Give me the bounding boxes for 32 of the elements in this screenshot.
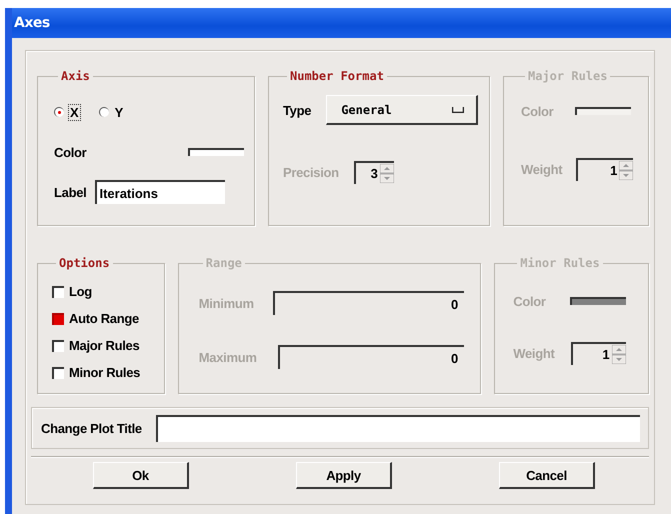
range-label: Maximum [198,350,257,364]
option-checkbox[interactable]: Major Rules [52,332,158,359]
weight-label: Weight [521,162,562,176]
option-checkbox[interactable]: Log [52,278,158,305]
dialog-button[interactable]: Cancel [499,462,595,489]
option-checkbox[interactable]: Minor Rules [52,359,158,386]
group-title: Minor Rules [519,256,601,270]
label-field[interactable]: Iterations [95,180,226,204]
color-label: Color [521,104,554,118]
color-label: Color [54,144,86,160]
group-title: Number Format [289,69,385,83]
type-dropdown[interactable]: General [326,95,478,125]
color-label: Color [513,294,546,308]
plot-title-field[interactable] [156,414,640,442]
group-title: Range [204,256,243,270]
window-title: Axes [14,15,50,31]
label-label: Label [54,184,86,200]
color-swatch[interactable] [188,148,244,156]
dialog-button[interactable]: Apply [296,462,392,489]
precision-label: Precision [283,164,339,180]
group-title: Major Rules [527,69,608,83]
group-title: Axis [60,69,91,83]
type-label: Type [283,102,312,118]
plot-title-label: Change Plot Title [41,420,142,436]
axis-radio[interactable]: X [54,104,81,120]
dropdown-icon [452,106,464,112]
group-title: Options [58,256,111,270]
weight-label: Weight [513,346,555,360]
option-checkbox[interactable]: Auto Range [52,305,158,332]
range-label: Minimum [198,296,254,310]
dialog-button[interactable]: Ok [93,462,189,489]
axis-radio[interactable]: Y [98,104,126,120]
